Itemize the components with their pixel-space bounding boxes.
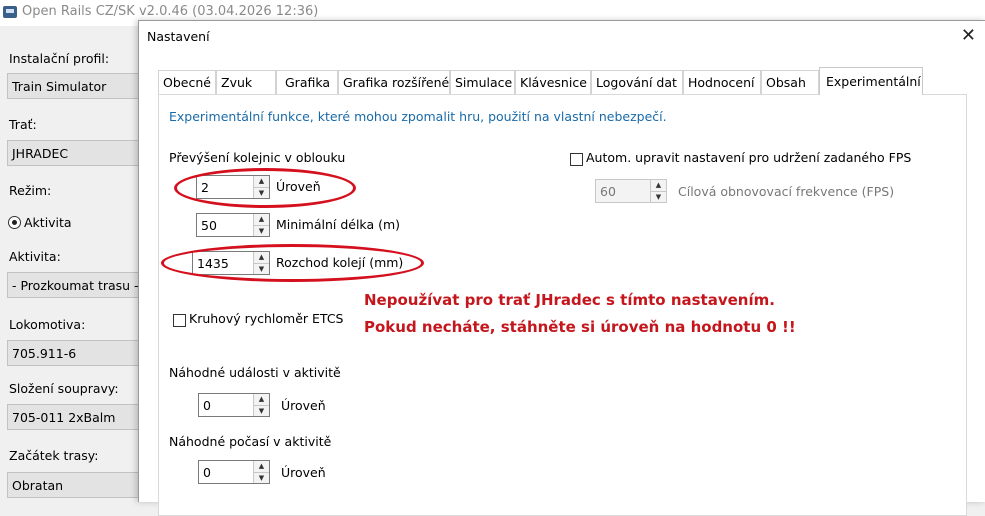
tab-content[interactable]: Obsah	[761, 70, 819, 94]
spin-down-icon[interactable]: ▼	[254, 472, 269, 483]
etcs-speedometer-label: Kruhový rychloměr ETCS	[189, 311, 344, 326]
spin-down-icon[interactable]: ▼	[254, 225, 269, 236]
target-fps-value: 60	[600, 184, 616, 199]
random-weather-level-label: Úroveň	[281, 465, 326, 480]
tab-graphics-extended[interactable]: Grafika rozšířené	[338, 70, 450, 94]
annotation-ellipse-gauge	[161, 244, 424, 282]
experimental-tab-panel: Experimentální funkce, které mohou zpoma…	[158, 94, 967, 516]
settings-dialog: Nastavení ✕ Obecné Zvuk Grafika Grafika …	[138, 20, 985, 516]
spin-down-icon[interactable]: ▼	[254, 405, 269, 416]
min-length-label: Minimální délka (m)	[276, 217, 401, 232]
spin-up-icon[interactable]: ▲	[254, 214, 269, 225]
install-profile-select[interactable]: Train Simulator	[7, 73, 147, 99]
random-weather-stepper[interactable]: 0 ▲ ▼	[198, 460, 270, 484]
random-weather-heading: Náhodné počasí v aktivitě	[169, 434, 332, 449]
tab-simulation[interactable]: Simulace	[450, 70, 515, 94]
tab-evaluation[interactable]: Hodnocení	[683, 70, 761, 94]
spin-up-icon[interactable]: ▲	[254, 461, 269, 472]
target-fps-stepper[interactable]: 60 ▲ ▼	[595, 179, 667, 203]
spin-up-icon[interactable]: ▲	[254, 394, 269, 405]
mode-activity-label: Aktivita	[24, 215, 72, 230]
random-events-stepper[interactable]: 0 ▲ ▼	[198, 393, 270, 417]
random-events-level-label: Úroveň	[281, 398, 326, 413]
random-events-heading: Náhodné události v aktivitě	[169, 365, 341, 380]
tab-sound[interactable]: Zvuk	[216, 70, 276, 94]
locomotive-label: Lokomotiva:	[9, 317, 86, 332]
random-weather-value: 0	[203, 465, 211, 480]
spin-down-icon[interactable]: ▼	[651, 191, 666, 202]
tab-graphics[interactable]: Grafika	[276, 70, 338, 94]
superelevation-heading: Převýšení kolejnic v oblouku	[169, 150, 346, 165]
spin-up-icon[interactable]: ▲	[651, 180, 666, 191]
mode-activity-radio[interactable]	[8, 216, 21, 229]
min-length-stepper[interactable]: 50 ▲ ▼	[196, 213, 270, 237]
mode-label: Režim:	[9, 183, 52, 198]
locomotive-select[interactable]: 705.911-6	[7, 340, 147, 366]
activity-label: Aktivita:	[9, 249, 61, 264]
route-label: Trať:	[9, 117, 37, 132]
warning-line-1: Nepoužívat pro trať JHradec s tímto nast…	[364, 291, 775, 309]
close-icon[interactable]: ✕	[961, 25, 976, 46]
target-fps-label: Cílová obnovovací frekvence (FPS)	[678, 184, 895, 199]
tab-data-logging[interactable]: Logování dat	[591, 70, 683, 94]
min-length-value: 50	[201, 218, 217, 233]
open-rails-app-icon	[3, 6, 17, 18]
install-profile-label: Instalační profil:	[9, 51, 110, 66]
consist-select[interactable]: 705-011 2xBalm	[7, 404, 147, 430]
path-start-select[interactable]: Obratan	[7, 472, 147, 498]
activity-select[interactable]: - Prozkoumat trasu -	[7, 272, 147, 298]
dialog-title: Nastavení	[147, 29, 210, 44]
main-window-title: Open Rails CZ/SK v2.0.46 (03.04.2026 12:…	[22, 4, 319, 19]
auto-fps-label: Autom. upravit nastavení pro udržení zad…	[586, 150, 912, 165]
annotation-ellipse-level	[174, 168, 356, 208]
tab-keyboard[interactable]: Klávesnice	[515, 70, 591, 94]
route-select[interactable]: JHRADEC	[7, 140, 147, 166]
warning-line-2: Pokud necháte, stáhněte si úroveň na hod…	[364, 318, 796, 336]
etcs-speedometer-checkbox[interactable]	[173, 314, 186, 327]
tab-experimental[interactable]: Experimentální	[819, 67, 923, 95]
random-events-value: 0	[203, 398, 211, 413]
consist-label: Složení soupravy:	[9, 381, 119, 396]
path-start-label: Začátek trasy:	[9, 448, 99, 463]
tab-general[interactable]: Obecné	[158, 70, 216, 94]
experimental-info-text: Experimentální funkce, které mohou zpoma…	[169, 109, 667, 124]
auto-fps-checkbox[interactable]	[570, 153, 583, 166]
